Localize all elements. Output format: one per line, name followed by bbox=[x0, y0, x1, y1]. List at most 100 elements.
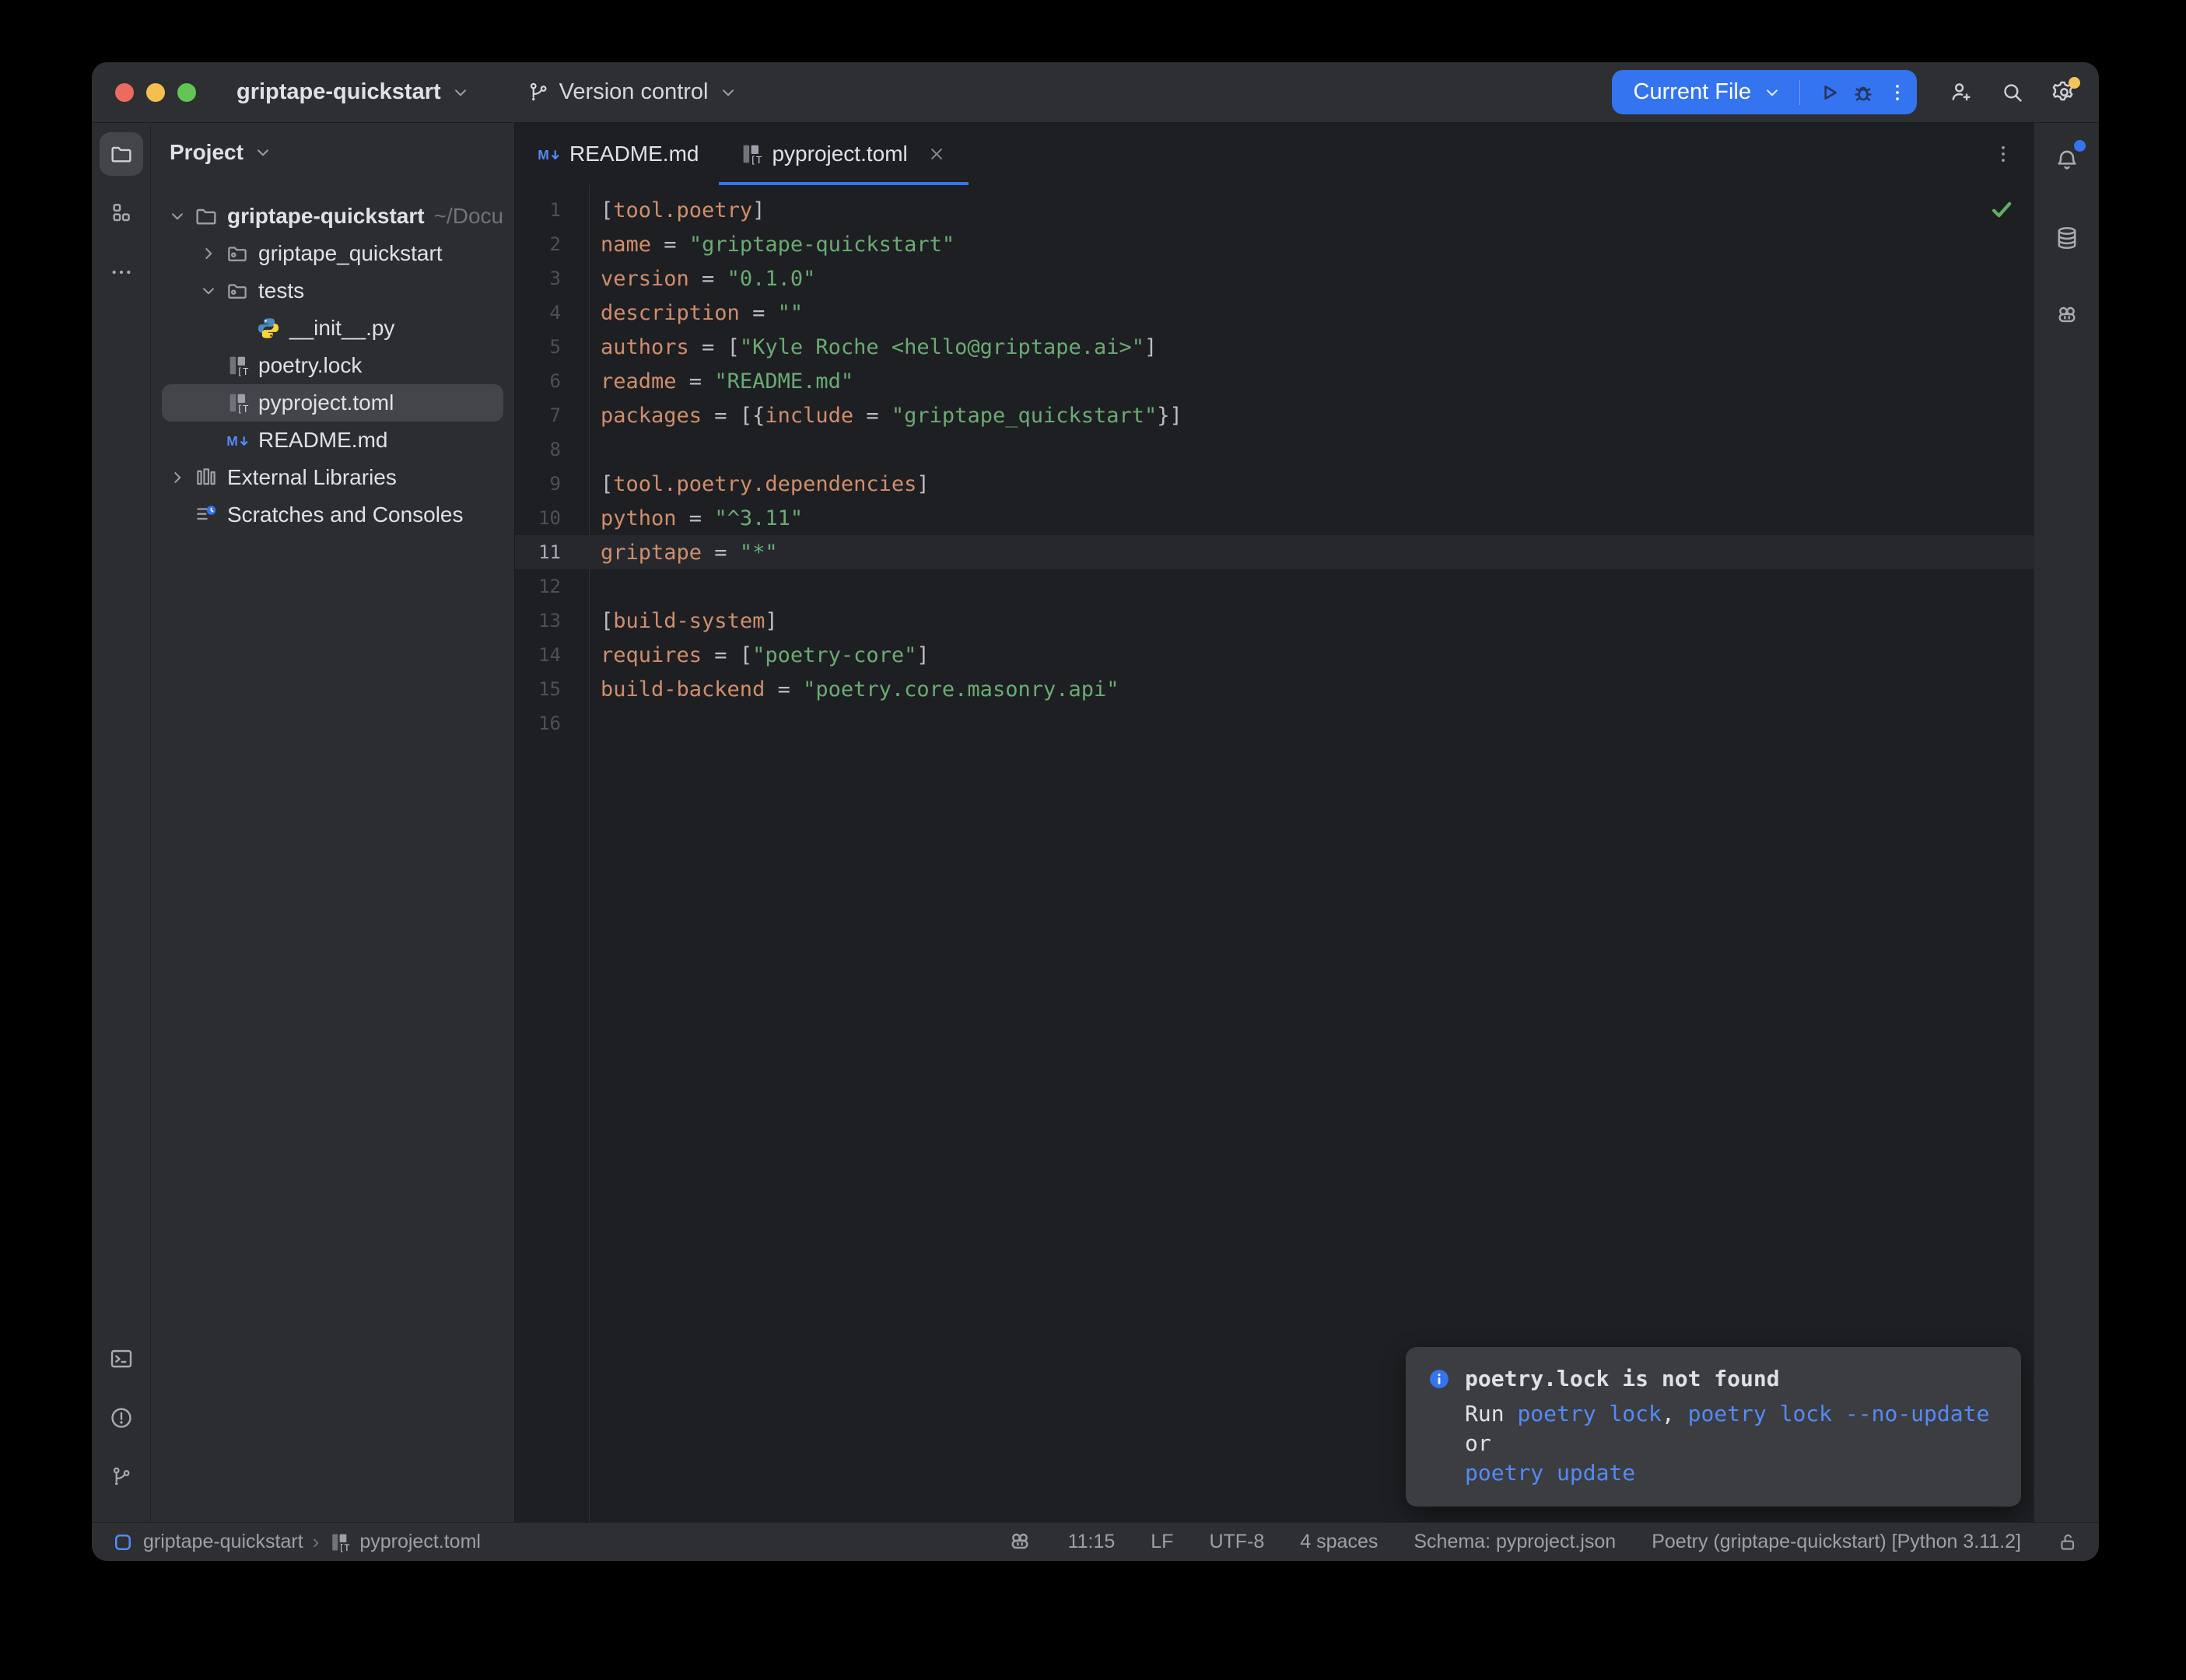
editor-tab-pyproject-toml[interactable]: [T] pyproject.toml bbox=[719, 123, 968, 185]
project-panel-header[interactable]: Project bbox=[151, 123, 514, 165]
line-text: [tool.poetry.dependencies] bbox=[589, 472, 930, 496]
close-tab-icon[interactable] bbox=[925, 144, 948, 164]
vcs-selector[interactable]: Version control bbox=[527, 79, 738, 105]
notification-text: Run bbox=[1465, 1401, 1517, 1426]
close-window-button[interactable] bbox=[115, 83, 134, 102]
notification-text: or bbox=[1465, 1430, 1491, 1456]
notification-link-poetry-lock-no-update[interactable]: poetry lock --no-update bbox=[1688, 1401, 1990, 1426]
version-control-tool-button[interactable] bbox=[100, 1455, 143, 1499]
code-line-4[interactable]: 4description = "" bbox=[515, 296, 2034, 330]
code-line-13[interactable]: 13[build-system] bbox=[515, 604, 2034, 638]
tree-item-external-libraries[interactable]: External Libraries bbox=[162, 459, 503, 496]
status-item-4-spaces[interactable]: 4 spaces bbox=[1300, 1531, 1378, 1553]
chevron-right-icon[interactable] bbox=[193, 243, 224, 264]
code-line-5[interactable]: 5authors = ["Kyle Roche <hello@griptape.… bbox=[515, 330, 2034, 364]
tree-item-tests[interactable]: tests bbox=[162, 272, 503, 310]
code-line-12[interactable]: 12 bbox=[515, 569, 2034, 604]
status-item-lf[interactable]: LF bbox=[1151, 1531, 1173, 1553]
status-item-utf-8[interactable]: UTF-8 bbox=[1209, 1531, 1264, 1553]
tree-item-label: __init__.py bbox=[289, 316, 394, 341]
code-line-11[interactable]: 11griptape = "*" bbox=[515, 535, 2034, 569]
notification-link-poetry-lock[interactable]: poetry lock bbox=[1517, 1401, 1661, 1426]
more-tool-windows-button[interactable] bbox=[100, 250, 143, 294]
svg-text:[T]: [T] bbox=[236, 403, 249, 415]
run-button[interactable] bbox=[1817, 81, 1841, 104]
tree-item-init-py[interactable]: __init__.py bbox=[162, 310, 503, 347]
line-number: 2 bbox=[515, 233, 589, 255]
code-line-8[interactable]: 8 bbox=[515, 432, 2034, 467]
minimize-window-button[interactable] bbox=[146, 83, 165, 102]
chevron-right-icon[interactable] bbox=[162, 467, 193, 488]
line-text: python = "^3.11" bbox=[589, 506, 803, 530]
tree-item-griptape-quickstart[interactable]: griptape_quickstart bbox=[162, 235, 503, 272]
code-line-6[interactable]: 6readme = "README.md" bbox=[515, 364, 2034, 398]
chevron-down-icon[interactable] bbox=[193, 281, 224, 301]
project-panel: Project griptape-quickstart~/Documegript… bbox=[151, 123, 515, 1522]
line-text: authors = ["Kyle Roche <hello@griptape.a… bbox=[589, 335, 1157, 359]
tree-item-label: README.md bbox=[258, 428, 387, 453]
structure-tool-button[interactable] bbox=[100, 191, 143, 235]
line-number: 6 bbox=[515, 370, 589, 392]
code-line-7[interactable]: 7packages = [{include = "griptape_quicks… bbox=[515, 398, 2034, 432]
status-item-11-15[interactable]: 11:15 bbox=[1068, 1531, 1116, 1553]
tree-item-pyproject-toml[interactable]: [T]pyproject.toml bbox=[162, 384, 503, 422]
run-widget-divider bbox=[1799, 80, 1800, 105]
notifications-tool-button[interactable] bbox=[2045, 138, 2089, 182]
code-line-3[interactable]: 3version = "0.1.0" bbox=[515, 261, 2034, 296]
tab-label: pyproject.toml bbox=[772, 142, 907, 166]
chevron-down-icon[interactable] bbox=[1762, 82, 1782, 103]
code-line-14[interactable]: 14requires = ["poetry-core"] bbox=[515, 638, 2034, 672]
breadcrumb-griptape-quickstart[interactable]: griptape-quickstart bbox=[143, 1531, 303, 1553]
database-tool-button[interactable] bbox=[2045, 216, 2089, 260]
editor-tab-readme-md[interactable]: MREADME.md bbox=[517, 123, 719, 185]
code-line-15[interactable]: 15build-backend = "poetry.core.masonry.a… bbox=[515, 672, 2034, 706]
left-tool-strip bbox=[92, 123, 151, 1522]
chevron-down-icon bbox=[253, 142, 273, 163]
notification-link-poetry-update[interactable]: poetry update bbox=[1465, 1460, 1635, 1486]
settings-button[interactable] bbox=[2040, 72, 2088, 113]
tree-item-readme-md[interactable]: MREADME.md bbox=[162, 422, 503, 459]
notification-text: , bbox=[1662, 1401, 1688, 1426]
tab-label: README.md bbox=[569, 142, 699, 166]
line-number: 9 bbox=[515, 473, 589, 495]
toml-icon: [T] bbox=[739, 142, 762, 166]
folder-package-icon bbox=[224, 242, 250, 265]
toml-icon: [T] bbox=[224, 391, 250, 415]
status-item-schema-pyproject-json[interactable]: Schema: pyproject.json bbox=[1414, 1531, 1616, 1553]
more-run-options-button[interactable] bbox=[1886, 81, 1909, 104]
tree-item-poetry-lock[interactable]: [T]poetry.lock bbox=[162, 347, 503, 384]
project-tool-button[interactable] bbox=[100, 132, 143, 176]
code-line-16[interactable]: 16 bbox=[515, 706, 2034, 740]
line-number: 15 bbox=[515, 678, 589, 700]
svg-text:[T]: [T] bbox=[236, 366, 249, 377]
folder-package-icon bbox=[224, 279, 250, 303]
line-number: 14 bbox=[515, 644, 589, 666]
tree-item-path-hint: ~/Docume bbox=[434, 204, 503, 229]
zoom-window-button[interactable] bbox=[177, 83, 196, 102]
run-config-selector[interactable]: Current File bbox=[1634, 79, 1752, 105]
project-selector[interactable]: griptape-quickstart bbox=[236, 79, 471, 105]
code-line-9[interactable]: 9[tool.poetry.dependencies] bbox=[515, 467, 2034, 501]
tree-item-griptape-quickstart[interactable]: griptape-quickstart~/Docume bbox=[162, 198, 503, 235]
debug-button[interactable] bbox=[1851, 81, 1875, 104]
code-editor[interactable]: 1[tool.poetry]2name = "griptape-quicksta… bbox=[515, 185, 2034, 1522]
line-text: griptape = "*" bbox=[589, 541, 778, 565]
code-line-10[interactable]: 10python = "^3.11" bbox=[515, 501, 2034, 535]
code-line-1[interactable]: 1[tool.poetry] bbox=[515, 193, 2034, 227]
lock-open-icon[interactable] bbox=[2057, 1531, 2079, 1553]
ai-assistant-status-icon[interactable] bbox=[1007, 1530, 1032, 1555]
line-text: requires = ["poetry-core"] bbox=[589, 643, 930, 667]
chevron-down-icon[interactable] bbox=[162, 206, 193, 226]
breadcrumb-pyproject-toml[interactable]: pyproject.toml bbox=[359, 1531, 481, 1553]
problems-tool-button[interactable] bbox=[100, 1396, 143, 1440]
tree-item-scratches-and-consoles[interactable]: Scratches and Consoles bbox=[162, 496, 503, 534]
settings-notification-badge bbox=[2069, 77, 2080, 89]
desktop: griptape-quickstart Version control Curr… bbox=[0, 0, 2186, 1680]
tab-options-button[interactable] bbox=[1992, 142, 2015, 166]
status-item-poetry-griptape-quickstart-python-3-11-2[interactable]: Poetry (griptape-quickstart) [Python 3.1… bbox=[1652, 1531, 2021, 1553]
add-user-button[interactable] bbox=[1937, 72, 1985, 113]
terminal-tool-button[interactable] bbox=[100, 1337, 143, 1381]
code-line-2[interactable]: 2name = "griptape-quickstart" bbox=[515, 227, 2034, 261]
ai-assistant-tool-button[interactable] bbox=[2045, 294, 2089, 338]
search-everywhere-button[interactable] bbox=[1988, 72, 2037, 113]
